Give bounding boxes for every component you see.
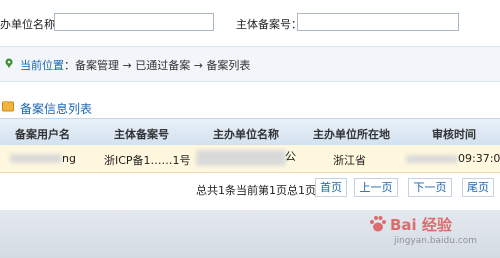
table-header: 备案用户名 主体备案号 主办单位名称 主办单位所在地 审核时间: [0, 118, 500, 146]
watermark-url: jingyan.baidu.com: [394, 236, 478, 246]
cell-username: ng: [62, 152, 76, 165]
pagination: 总共1条当前第1页总1页 首页 上一页 下一页 尾页: [0, 173, 500, 203]
cell-location: 浙江省: [333, 154, 366, 167]
breadcrumb-here-label: 当前位置: [20, 59, 64, 72]
prev-page-button[interactable]: 上一页: [354, 178, 398, 197]
location-pin-icon: [5, 58, 13, 68]
cell-org-name: 公: [285, 150, 296, 163]
col-location: 主办单位所在地: [313, 128, 390, 141]
section-title: 备案信息列表: [20, 102, 93, 116]
search-bar: 办单位名称： 主体备案号：: [0, 0, 500, 47]
section-header: 备案信息列表: [0, 96, 500, 118]
first-page-button[interactable]: 首页: [315, 178, 347, 197]
spacer: [0, 82, 500, 96]
col-review-time: 审核时间: [432, 128, 476, 141]
table-row[interactable]: ng 浙ICP备1……1号 公 浙江省 09:37:09: [0, 145, 500, 173]
main-record-input[interactable]: [297, 13, 459, 31]
next-page-button[interactable]: 下一页: [408, 178, 452, 197]
pagination-info: 总共1条当前第1页总1页: [196, 184, 316, 197]
breadcrumb-path: ：备案管理 → 已通过备案 → 备案列表: [64, 59, 251, 72]
cell-review-time: 09:37:09: [458, 152, 500, 165]
baidu-jingyan-watermark: Bai 经验 jingyan.baidu.com: [368, 214, 498, 254]
paw-logo-icon: [370, 216, 386, 232]
col-username: 备案用户名: [15, 128, 70, 141]
main-record-label: 主体备案号：: [236, 18, 302, 31]
col-org-name: 主办单位名称: [213, 128, 279, 141]
cell-record-no: 浙ICP备1……1号: [104, 154, 191, 167]
last-page-button[interactable]: 尾页: [462, 178, 494, 197]
folder-icon: [2, 101, 14, 112]
col-record-no: 主体备案号: [114, 128, 169, 141]
breadcrumb: 当前位置：备案管理 → 已通过备案 → 备案列表: [0, 47, 500, 82]
watermark-brand: Bai 经验: [390, 216, 452, 234]
redacted-date: [406, 155, 458, 163]
org-name-input[interactable]: [54, 13, 214, 31]
redacted-org-name: [196, 150, 286, 166]
redacted-username: [10, 154, 62, 163]
